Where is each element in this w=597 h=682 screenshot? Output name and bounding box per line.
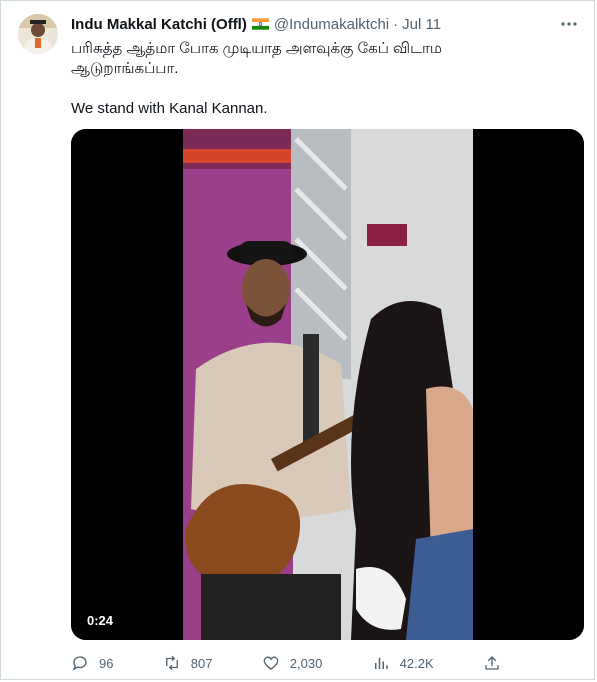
author-name[interactable]: Indu Makkal Katchi (Offl) — [71, 16, 247, 33]
video-frame — [71, 129, 584, 640]
video-duration: 0:24 — [81, 611, 120, 630]
tweet-text: பரிசுத்த ஆத்மா போக முடியாத அளவுக்கு கேப்… — [71, 39, 561, 119]
like-count: 2,030 — [289, 655, 323, 671]
views-count: 42.2K — [399, 655, 434, 671]
tweet-date[interactable]: Jul 11 — [402, 16, 441, 33]
tweet-text-line: ஆடுறாங்கப்பா. — [71, 60, 179, 77]
more-icon[interactable] — [560, 17, 578, 31]
like-button[interactable]: 2,030 — [262, 653, 323, 673]
separator-dot: · — [393, 15, 399, 33]
views-button[interactable]: 42.2K — [372, 653, 434, 673]
retweet-count: 807 — [190, 655, 213, 671]
reply-button[interactable]: 96 — [71, 653, 113, 673]
avatar[interactable] — [18, 14, 58, 54]
share-button[interactable] — [483, 653, 501, 673]
retweet-button[interactable]: 807 — [163, 653, 213, 673]
video-player[interactable]: 0:24 — [71, 129, 584, 640]
reply-icon — [72, 656, 87, 671]
like-icon — [263, 656, 279, 670]
tweet-card[interactable]: Indu Makkal Katchi (Offl) @Indumakalktch… — [0, 0, 595, 680]
action-bar: 96 807 2,030 42.2K — [71, 653, 501, 673]
views-icon — [374, 657, 388, 669]
share-icon — [485, 656, 499, 670]
author-handle[interactable]: @Indumakalktchi — [274, 16, 389, 33]
india-flag-icon — [251, 18, 269, 30]
tweet-text-line: We stand with Kanal Kannan. — [71, 100, 268, 117]
retweet-icon — [165, 655, 178, 671]
tweet-text-line: பரிசுத்த ஆத்மா போக முடியாத அளவுக்கு கேப்… — [71, 40, 442, 57]
reply-count: 96 — [99, 655, 114, 671]
